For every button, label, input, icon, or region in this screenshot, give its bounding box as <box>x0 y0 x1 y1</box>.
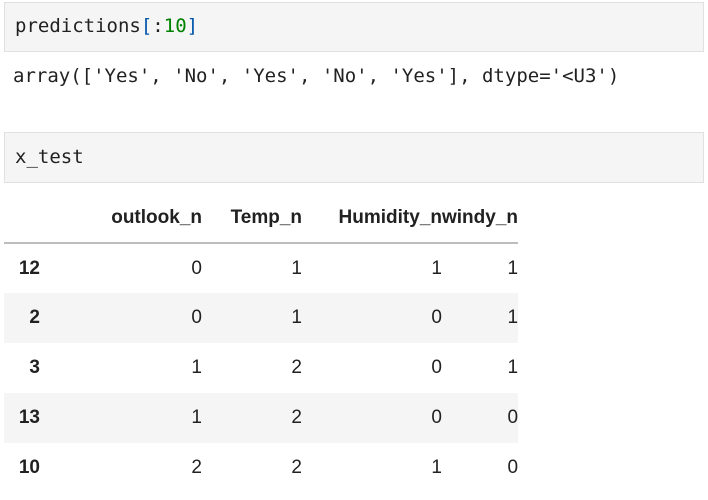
row-index: 12 <box>18 257 40 279</box>
table-cell: 1 <box>291 307 302 328</box>
code-token-name: predictions <box>15 15 141 37</box>
table-cell: 0 <box>507 457 519 478</box>
row-index: 3 <box>29 357 40 378</box>
table-cell: 0 <box>191 307 202 328</box>
table-cell: 1 <box>191 357 202 378</box>
code-token-close-bracket: ] <box>186 15 199 37</box>
table-cell: 0 <box>191 257 202 279</box>
table-row: 13 1 2 0 0 <box>4 393 519 443</box>
table-cell: 0 <box>431 307 442 328</box>
table-cell: 2 <box>191 457 202 478</box>
table-row: 10 2 2 1 0 <box>4 443 519 493</box>
row-index: 10 <box>18 457 40 478</box>
table-cell: 0 <box>431 407 442 428</box>
dataframe-output: outlook_n Temp_n Humidity_n windy_n 12 0… <box>4 194 519 493</box>
code-token-name: x_test <box>15 146 84 168</box>
code-input-x-test[interactable]: x_test <box>15 146 84 168</box>
code-token-number: 10 <box>163 15 187 37</box>
table-cell: 2 <box>291 357 302 378</box>
table-cell: 2 <box>291 407 302 428</box>
code-token-open-bracket: [ <box>140 15 153 37</box>
row-index: 2 <box>29 307 40 328</box>
table-cell: 1 <box>431 257 442 279</box>
cell-output-array: array(['Yes', 'No', 'Yes', 'No', 'Yes'],… <box>13 65 620 87</box>
dataframe-header-row: outlook_n Temp_n Humidity_n windy_n <box>4 194 519 244</box>
table-row: 2 0 1 0 1 <box>4 293 519 343</box>
table-cell: 1 <box>507 307 519 328</box>
code-cell-predictions[interactable]: predictions[:10] <box>4 2 704 52</box>
table-cell: 1 <box>191 407 202 428</box>
column-header: Humidity_n <box>302 194 442 244</box>
code-input-predictions[interactable]: predictions[:10] <box>15 15 198 37</box>
table-row: 3 1 2 0 1 <box>4 343 519 393</box>
column-header: windy_n <box>442 194 519 244</box>
table-cell: 1 <box>507 257 519 279</box>
table-cell: 1 <box>507 357 519 378</box>
row-index: 13 <box>18 407 40 428</box>
code-token-colon: : <box>152 15 164 37</box>
index-header <box>4 194 40 244</box>
table-cell: 0 <box>507 407 519 428</box>
table-cell: 1 <box>431 457 442 478</box>
column-header: Temp_n <box>202 194 302 244</box>
column-header: outlook_n <box>40 194 202 244</box>
table-cell: 0 <box>431 357 442 378</box>
table-cell: 1 <box>291 257 302 279</box>
table-row: 12 0 1 1 1 <box>4 243 519 293</box>
code-cell-x-test[interactable]: x_test <box>4 132 704 183</box>
table-cell: 2 <box>291 457 302 478</box>
